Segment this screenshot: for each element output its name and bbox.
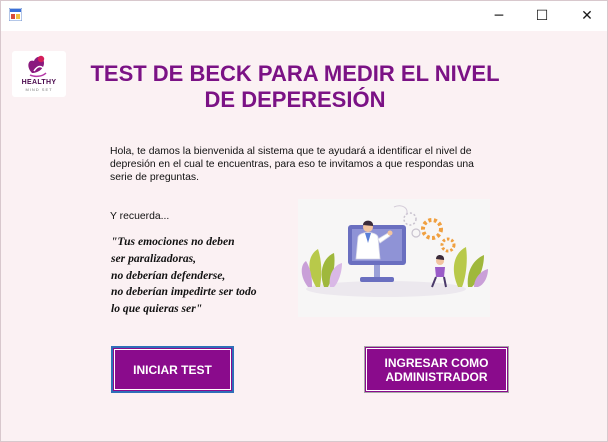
admin-login-button[interactable]: INGRESAR COMO ADMINISTRADOR bbox=[364, 346, 509, 393]
quote-line-1: "Tus emociones no deben bbox=[111, 235, 235, 248]
admin-button-line-2: ADMINISTRADOR bbox=[385, 369, 488, 384]
person-heart-icon bbox=[28, 55, 47, 78]
title-line-2: DE DEPERESIÓN bbox=[204, 87, 386, 112]
healthy-mindset-logo: HEALTHY MIND SET bbox=[12, 51, 66, 97]
intro-line-3: serie de preguntas. bbox=[110, 171, 199, 183]
title-line-1: TEST DE BECK PARA MEDIR EL NIVEL bbox=[90, 61, 500, 86]
logo-tagline: MIND SET bbox=[25, 87, 53, 92]
main-window: ─ ☐ ✕ HEALTHY MIND SET TEST DE BECK PARA… bbox=[0, 0, 608, 442]
title-bar[interactable]: ─ ☐ ✕ bbox=[1, 1, 607, 31]
online-therapy-illustration bbox=[298, 199, 490, 317]
start-test-button[interactable]: INICIAR TEST bbox=[111, 346, 234, 393]
quote-line-5: lo que quieras ser" bbox=[111, 302, 203, 316]
intro-line-1: Hola, te damos la bienvenida al sistema … bbox=[110, 146, 472, 157]
page-title: TEST DE BECK PARA MEDIR EL NIVEL DE DEPE… bbox=[65, 61, 525, 113]
minimize-button[interactable]: ─ bbox=[476, 1, 522, 31]
intro-text: Hola, te damos la bienvenida al sistema … bbox=[110, 146, 500, 184]
quote-line-3: no deberían defenderse, bbox=[111, 268, 226, 282]
maximize-button[interactable]: ☐ bbox=[519, 1, 565, 31]
close-button[interactable]: ✕ bbox=[564, 1, 608, 31]
quote-line-2: ser paralizadoras, bbox=[111, 251, 197, 265]
motivational-quote: "Tus emociones no deben ser paralizadora… bbox=[111, 234, 301, 318]
app-icon bbox=[9, 8, 22, 21]
intro-line-2: depresión en el cual te encuentras, para… bbox=[110, 158, 474, 170]
quote-line-4: no deberían impedirte ser todo bbox=[111, 285, 257, 299]
reminder-label: Y recuerda... bbox=[110, 211, 170, 222]
logo-brand: HEALTHY bbox=[21, 79, 57, 86]
admin-button-line-1: INGRESAR COMO bbox=[384, 355, 489, 370]
